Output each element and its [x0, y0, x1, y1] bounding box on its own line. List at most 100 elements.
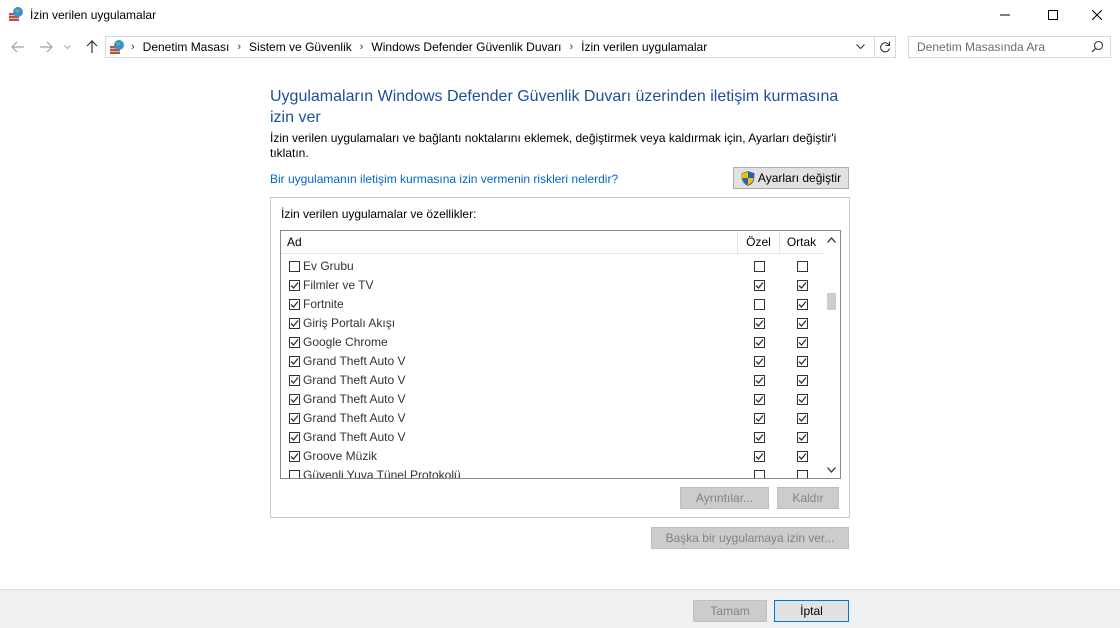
private-checkbox[interactable] [754, 299, 765, 310]
app-name: Giriş Portalı Akışı [303, 316, 396, 330]
forward-button[interactable] [36, 37, 56, 57]
list-item[interactable]: Grand Theft Auto V [281, 390, 824, 409]
private-checkbox[interactable] [754, 375, 765, 386]
details-button[interactable]: Ayrıntılar... [680, 487, 769, 509]
list-item[interactable]: Filmler ve TV [281, 276, 824, 295]
app-enabled-checkbox[interactable] [289, 337, 300, 348]
breadcrumb-item[interactable]: Windows Defender Güvenlik Duvarı [367, 40, 565, 54]
back-arrow-icon [11, 41, 24, 53]
back-button[interactable] [8, 37, 28, 57]
app-enabled-checkbox[interactable] [289, 299, 300, 310]
scroll-up-button[interactable] [823, 231, 840, 248]
footer-bar [0, 589, 1120, 628]
list-item[interactable]: Grand Theft Auto V [281, 409, 824, 428]
public-checkbox[interactable] [797, 451, 808, 462]
public-checkbox[interactable] [797, 413, 808, 424]
public-checkbox[interactable] [797, 394, 808, 405]
app-name: Ev Grubu [303, 259, 354, 273]
up-arrow-icon [86, 40, 98, 53]
app-name: Güvenli Yuva Tünel Protokolü [303, 468, 461, 479]
app-name: Grand Theft Auto V [303, 392, 406, 406]
uac-shield-icon [741, 170, 755, 186]
column-header-private[interactable]: Özel [738, 231, 780, 253]
app-enabled-checkbox[interactable] [289, 318, 300, 329]
address-bar[interactable]: › Denetim Masası › Sistem ve Güvenlik › … [105, 36, 896, 58]
list-item[interactable]: Fortnite [281, 295, 824, 314]
column-header-public[interactable]: Ortak [780, 231, 824, 253]
private-checkbox[interactable] [754, 318, 765, 329]
public-checkbox[interactable] [797, 299, 808, 310]
list-item[interactable]: Groove Müzik [281, 447, 824, 466]
app-enabled-checkbox[interactable] [289, 261, 300, 272]
maximize-icon [1048, 10, 1058, 20]
title-bar: İzin verilen uygulamalar [0, 0, 1120, 30]
control-panel-icon [106, 39, 127, 55]
list-scrollbar[interactable] [823, 231, 840, 478]
app-enabled-checkbox[interactable] [289, 432, 300, 443]
maximize-button[interactable] [1030, 0, 1076, 30]
private-checkbox[interactable] [754, 432, 765, 443]
search-input[interactable] [909, 37, 1087, 57]
public-checkbox[interactable] [797, 470, 808, 478]
public-checkbox[interactable] [797, 261, 808, 272]
breadcrumb-item[interactable]: Sistem ve Güvenlik [245, 40, 356, 54]
allow-another-app-button[interactable]: Başka bir uygulamaya izin ver... [651, 527, 849, 549]
public-checkbox[interactable] [797, 280, 808, 291]
app-enabled-checkbox[interactable] [289, 413, 300, 424]
app-enabled-checkbox[interactable] [289, 394, 300, 405]
public-checkbox[interactable] [797, 337, 808, 348]
remove-button[interactable]: Kaldır [777, 487, 839, 509]
public-checkbox[interactable] [797, 375, 808, 386]
private-checkbox[interactable] [754, 413, 765, 424]
allowed-apps-list[interactable]: Ad Özel Ortak Ev Grubu Filmler ve TV Fortn… [280, 230, 841, 479]
app-enabled-checkbox[interactable] [289, 470, 300, 478]
cancel-button[interactable]: İptal [774, 600, 849, 622]
private-checkbox[interactable] [754, 280, 765, 291]
app-enabled-checkbox[interactable] [289, 280, 300, 291]
minimize-button[interactable] [982, 0, 1028, 30]
address-dropdown-button[interactable] [851, 38, 869, 56]
up-button[interactable] [82, 37, 102, 57]
app-enabled-checkbox[interactable] [289, 375, 300, 386]
chevron-down-icon [63, 44, 71, 49]
change-settings-button[interactable]: Ayarları değiştir [733, 167, 849, 189]
breadcrumb-separator-icon: › [237, 41, 242, 53]
risks-link[interactable]: Bir uygulamanın iletişim kurmasına izin … [270, 172, 618, 186]
public-checkbox[interactable] [797, 356, 808, 367]
private-checkbox[interactable] [754, 470, 765, 478]
private-checkbox[interactable] [754, 356, 765, 367]
ok-button[interactable]: Tamam [693, 600, 767, 622]
private-checkbox[interactable] [754, 337, 765, 348]
recent-locations-button[interactable] [60, 37, 74, 57]
public-checkbox[interactable] [797, 432, 808, 443]
app-name: Filmler ve TV [303, 278, 374, 292]
search-box[interactable] [908, 36, 1111, 58]
close-button[interactable] [1074, 0, 1120, 30]
column-header-name[interactable]: Ad [281, 231, 738, 253]
app-enabled-checkbox[interactable] [289, 356, 300, 367]
private-checkbox[interactable] [754, 261, 765, 272]
app-enabled-checkbox[interactable] [289, 451, 300, 462]
app-name: Grand Theft Auto V [303, 354, 406, 368]
private-checkbox[interactable] [754, 451, 765, 462]
list-item[interactable]: Grand Theft Auto V [281, 371, 824, 390]
refresh-button[interactable] [874, 37, 895, 57]
public-checkbox[interactable] [797, 318, 808, 329]
list-item[interactable]: Giriş Portalı Akışı [281, 314, 824, 333]
scroll-down-button[interactable] [823, 461, 840, 478]
breadcrumb-item[interactable]: Denetim Masası [139, 40, 234, 54]
breadcrumb-separator-icon: › [569, 41, 574, 53]
breadcrumb-item-current[interactable]: İzin verilen uygulamalar [577, 40, 711, 54]
app-name: Grand Theft Auto V [303, 373, 406, 387]
scrollbar-thumb[interactable] [827, 293, 836, 310]
list-item[interactable]: Grand Theft Auto V [281, 428, 824, 447]
private-checkbox[interactable] [754, 394, 765, 405]
window-title: İzin verilen uygulamalar [30, 8, 157, 22]
search-icon[interactable] [1091, 40, 1104, 56]
refresh-icon [880, 41, 891, 53]
list-item[interactable]: Güvenli Yuva Tünel Protokolü [281, 466, 824, 479]
list-item[interactable]: Ev Grubu [281, 257, 824, 276]
list-item[interactable]: Grand Theft Auto V [281, 352, 824, 371]
app-name: Google Chrome [303, 335, 388, 349]
list-item[interactable]: Google Chrome [281, 333, 824, 352]
